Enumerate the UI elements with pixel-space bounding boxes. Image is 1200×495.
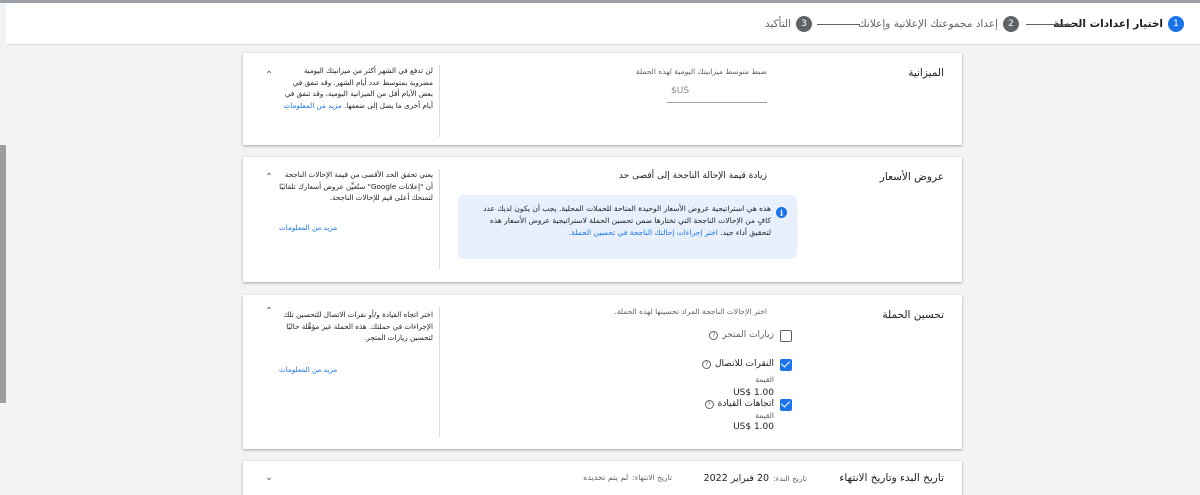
collapse-chevron-icon[interactable]: ⌃	[263, 171, 275, 183]
info-icon: i	[776, 207, 787, 218]
expand-chevron-icon[interactable]: ⌄	[263, 471, 275, 483]
budget-input[interactable]: US$	[667, 83, 767, 103]
collapse-chevron-icon[interactable]: ⌃	[263, 69, 275, 81]
section-divider	[439, 65, 440, 137]
bidding-learn-more-link[interactable]: مزيد من المعلومات	[279, 223, 337, 232]
end-date-label: تاريخ الانتهاء:	[632, 473, 672, 482]
start-date-value: 20 فبراير 2022	[703, 473, 770, 484]
optimization-title: تحسين الحملة	[882, 309, 944, 321]
bidding-title: عروض الأسعار	[879, 171, 944, 183]
section-divider	[439, 169, 440, 269]
collapse-chevron-icon[interactable]: ⌃	[263, 305, 275, 317]
optimization-learn-more-link[interactable]: مزيد من المعلومات	[279, 365, 337, 374]
bidding-info-text: هذه هي استراتيجية عروض الأسعار الوحيدة ا…	[468, 203, 771, 239]
section-divider	[439, 307, 440, 437]
optimization-help-text: اختر اتجاه القيادة و/أو نقرات الاتصال لل…	[283, 310, 433, 342]
dates-title: تاريخ البدء وتاريخ الانتهاء	[839, 472, 944, 484]
call-clicks-value[interactable]: US$ 1.00	[733, 388, 774, 398]
budget-card: الميزانية ضبط متوسط ميزانيتك اليومية لهذ…	[243, 53, 962, 145]
store-visits-checkbox[interactable]	[780, 330, 792, 342]
driving-directions-option: اتجاهات القيادة ?	[704, 399, 774, 409]
store-visits-option: زيارات المتجر ?	[709, 330, 774, 340]
step-label: التأكيد	[764, 18, 791, 30]
step-connector	[1026, 24, 1072, 25]
dates-card[interactable]: تاريخ البدء وتاريخ الانتهاء تاريخ البدء:…	[243, 461, 962, 495]
left-scrollbar[interactable]	[0, 145, 6, 403]
bidding-card: عروض الأسعار زيادة قيمة الإحالة الناجحة …	[243, 157, 962, 282]
call-clicks-checkbox[interactable]	[780, 359, 792, 371]
driving-directions-label: اتجاهات القيادة	[717, 399, 774, 409]
campaign-stepper: 1 اختيار إعدادات الحملة 2 إعداد مجموعتك …	[6, 3, 1200, 45]
step-confirmation[interactable]: 3 التأكيد	[765, 15, 812, 33]
start-date-label: تاريخ البدء:	[773, 474, 807, 483]
driving-directions-value-label: القيمة	[755, 411, 774, 420]
bidding-info-box: i هذه هي استراتيجية عروض الأسعار الوحيدة…	[458, 195, 797, 259]
budget-learn-more-link[interactable]: مزيد من المعلومات	[284, 101, 342, 110]
optimization-card: تحسين الحملة اختر الإحالات الناجحة المرا…	[243, 295, 962, 449]
help-question-icon[interactable]: ?	[701, 359, 711, 369]
step-number: 1	[1168, 16, 1184, 32]
help-question-icon[interactable]: ?	[709, 330, 719, 340]
budget-field-label: ضبط متوسط ميزانيتك اليومية لهذه الحملة	[635, 67, 767, 76]
end-date-summary: تاريخ الانتهاء: لم يتم تحديده	[583, 473, 672, 482]
step-label: إعداد مجموعتك الإعلانية وإعلانك	[858, 18, 998, 30]
step-connector	[817, 24, 860, 25]
driving-directions-checkbox[interactable]	[780, 399, 792, 411]
call-clicks-option: النقرات للاتصال ?	[701, 359, 774, 369]
call-clicks-label: النقرات للاتصال	[714, 359, 774, 369]
bidding-help-text: يعني تحقق الحد الأقصى من قيمة الإحالات ا…	[279, 170, 433, 202]
end-date-value: لم يتم تحديده	[583, 473, 629, 482]
currency-prefix: US$	[671, 86, 690, 96]
store-visits-label: زيارات المتجر	[722, 330, 774, 340]
budget-title: الميزانية	[908, 67, 944, 79]
budget-help-text: لن تدفع في الشهر أكثر من ميزانيتك اليومي…	[279, 65, 433, 111]
driving-directions-value[interactable]: US$ 1.00	[733, 422, 774, 432]
step-campaign-settings[interactable]: 1 اختيار إعدادات الحملة	[1053, 15, 1184, 33]
help-question-icon[interactable]: ?	[704, 399, 714, 409]
step-ad-group-setup[interactable]: 2 إعداد مجموعتك الإعلانية وإعلانك	[858, 15, 1019, 33]
optimization-prompt: اختر الإحالات الناجحة المراد تحسينها لهذ…	[614, 307, 767, 316]
step-number: 3	[796, 16, 812, 32]
call-clicks-value-label: القيمة	[755, 375, 774, 384]
start-date-summary: تاريخ البدء: 20 فبراير 2022	[704, 473, 807, 484]
bidding-strategy: زيادة قيمة الإحالة الناجحة إلى أقصى حد	[618, 171, 767, 181]
conversion-actions-link[interactable]: اختر إجراءات إحالتك الناجحة في تحسين الح…	[569, 228, 718, 237]
step-number: 2	[1003, 16, 1019, 32]
